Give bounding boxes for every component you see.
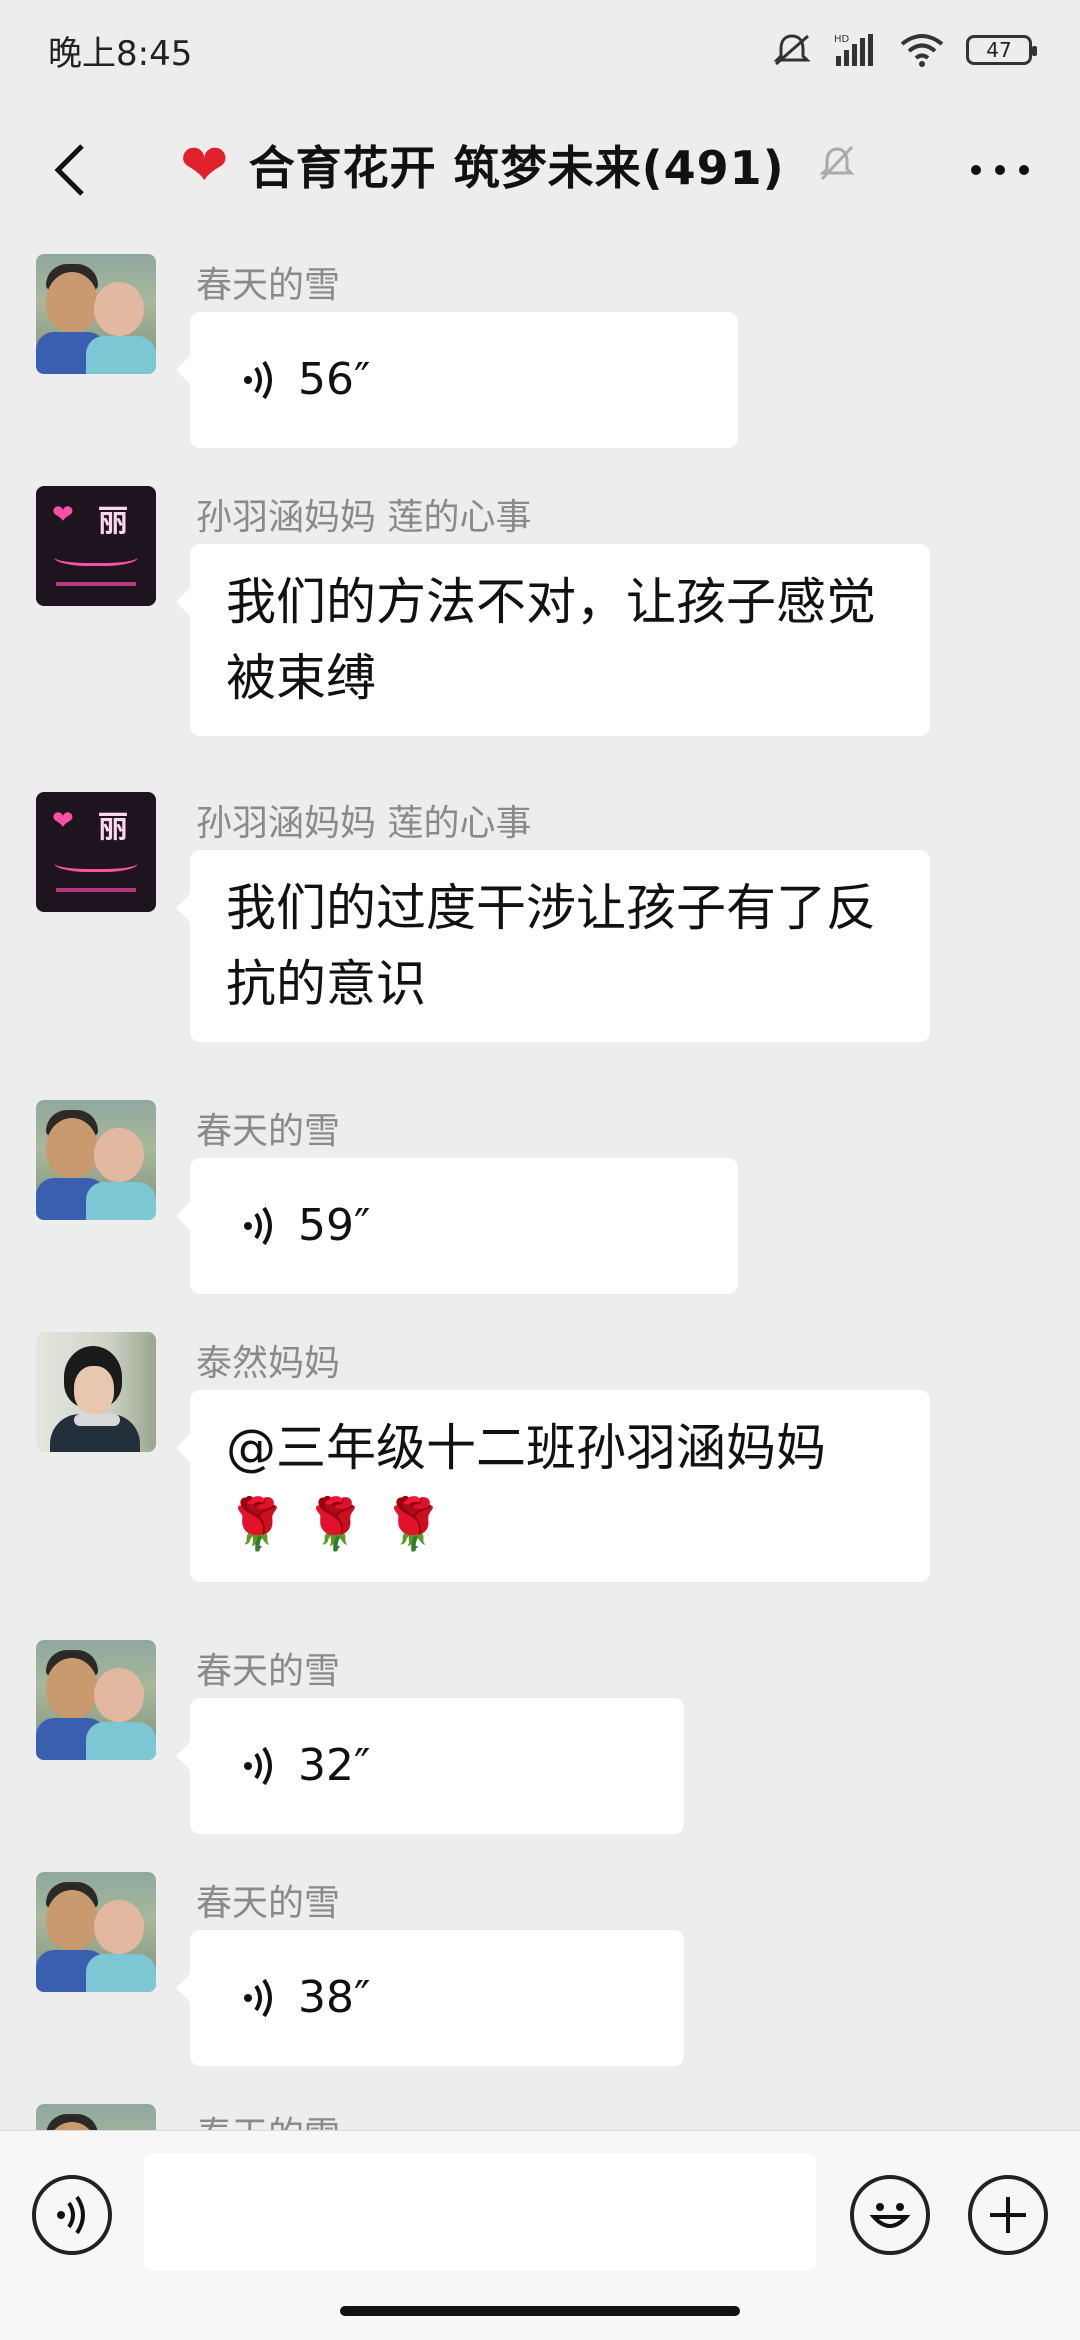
sender-name: 春天的雪 (196, 1111, 341, 1152)
avatar[interactable] (36, 2104, 156, 2130)
voice-duration: 32″ (298, 1740, 371, 1791)
more-button[interactable] (960, 140, 1040, 200)
status-icons: HD 47 (772, 32, 1037, 68)
rose-emoji: 🌹 🌹 🌹 (226, 1495, 445, 1553)
signal-icon: HD (834, 32, 878, 68)
message-text: 我们的方法不对，让孩子感觉被束缚 (226, 573, 876, 707)
chat-title-group[interactable]: ❤ 合育花开 筑梦未来(491) (180, 132, 857, 198)
sender-name: 春天的雪 (196, 1883, 341, 1924)
voice-input-button[interactable] (32, 2175, 112, 2255)
chat-title: 合育花开 筑梦未来(491) (248, 141, 785, 195)
text-message-bubble[interactable]: 我们的方法不对，让孩子感觉被束缚 (176, 544, 930, 736)
voice-duration: 56″ (298, 354, 371, 405)
sender-name: 泰然妈妈 (196, 1343, 341, 1384)
heart-icon: ❤ (180, 131, 229, 199)
status-time: 晚上8:45 (48, 33, 193, 74)
avatar[interactable]: ❤ 丽 (36, 792, 156, 912)
back-button[interactable] (40, 140, 100, 200)
sender-name: 春天的雪 (196, 265, 341, 306)
more-dots-icon (971, 165, 1029, 175)
back-arrow-icon (54, 144, 84, 196)
voice-duration: 38″ (298, 1972, 371, 2023)
voice-icon (244, 360, 272, 400)
plus-icon (990, 2197, 1026, 2233)
emoji-icon (869, 2203, 911, 2228)
more-functions-button[interactable] (968, 2175, 1048, 2255)
battery-level: 47 (986, 38, 1012, 62)
voice-duration: 59″ (298, 1200, 371, 1251)
svg-text:HD: HD (834, 34, 850, 45)
avatar[interactable]: ❤ 丽 (36, 486, 156, 606)
voice-icon (244, 1978, 272, 2018)
message-input[interactable] (144, 2153, 816, 2271)
voice-message-bubble[interactable]: 56″ (176, 312, 738, 448)
battery-indicator: 47 (966, 35, 1037, 65)
voice-icon (244, 1746, 272, 1786)
message-list[interactable]: 春天的雪 56″ ❤ 丽 孙羽涵妈妈 莲的心事 我们的方法不对，让孩子感觉被束缚 … (0, 240, 1080, 2130)
wifi-icon (900, 32, 944, 68)
sender-name: 春天的雪 (196, 2106, 340, 2130)
voice-message-bubble[interactable]: 59″ (176, 1158, 738, 1294)
avatar[interactable] (36, 1100, 156, 1220)
voice-icon (244, 1206, 272, 1246)
home-indicator[interactable] (340, 2306, 740, 2316)
voice-icon (57, 2195, 85, 2235)
emoji-button[interactable] (850, 2175, 930, 2255)
bell-off-icon (817, 143, 857, 187)
chat-header: ❤ 合育花开 筑梦未来(491) (0, 100, 1080, 240)
text-message-bubble[interactable]: 我们的过度干涉让孩子有了反抗的意识 (176, 850, 930, 1042)
text-message-bubble[interactable]: @三年级十二班孙羽涵妈妈 🌹 🌹 🌹 (176, 1390, 930, 1582)
avatar[interactable] (36, 1332, 156, 1452)
message-text: @三年级十二班孙羽涵妈妈 (226, 1419, 826, 1477)
avatar[interactable] (36, 254, 156, 374)
avatar[interactable] (36, 1872, 156, 1992)
message-text: 我们的过度干涉让孩子有了反抗的意识 (226, 879, 876, 1013)
status-bar: 晚上8:45 HD 47 (0, 0, 1080, 100)
voice-message-bubble[interactable]: 32″ (176, 1698, 684, 1834)
avatar[interactable] (36, 1640, 156, 1760)
sender-name: 春天的雪 (196, 1651, 341, 1692)
sender-name: 孙羽涵妈妈 莲的心事 (196, 803, 532, 844)
sender-name: 孙羽涵妈妈 莲的心事 (196, 497, 532, 538)
voice-message-bubble[interactable]: 38″ (176, 1930, 684, 2066)
silent-mode-icon (772, 32, 812, 68)
